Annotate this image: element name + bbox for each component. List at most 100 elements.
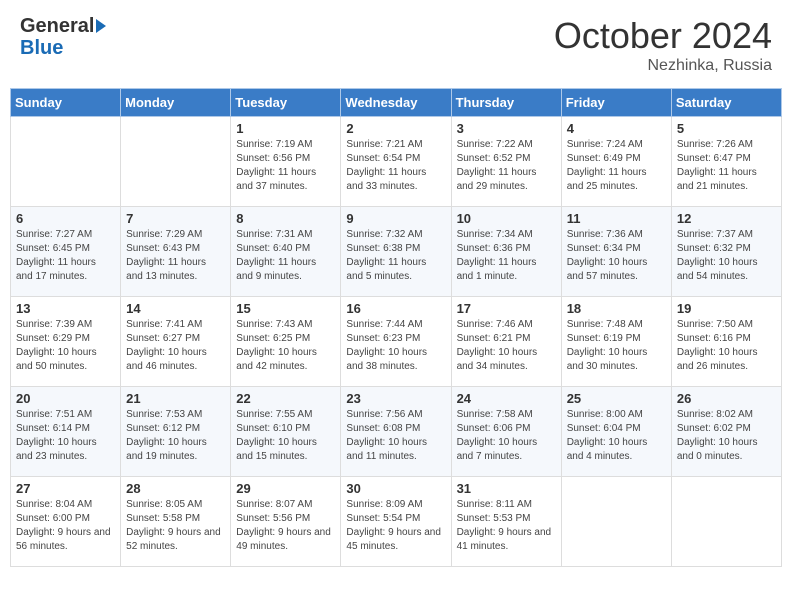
weekday-header: Sunday [11, 89, 121, 117]
logo-blue-text: Blue [20, 37, 63, 59]
day-number: 31 [457, 481, 556, 496]
weekday-header: Saturday [671, 89, 781, 117]
day-number: 7 [126, 211, 225, 226]
day-number: 18 [567, 301, 666, 316]
calendar-cell: 13 Sunrise: 7:39 AM Sunset: 6:29 PM Dayli… [11, 297, 121, 387]
calendar-cell: 9 Sunrise: 7:32 AM Sunset: 6:38 PM Daylig… [341, 207, 451, 297]
calendar-cell: 31Sunrise: 8:11 AM Sunset: 5:53 PM Dayli… [451, 477, 561, 567]
day-info: Sunrise: 8:02 AM Sunset: 6:02 PM Dayligh… [677, 408, 776, 464]
day-number: 22 [236, 391, 335, 406]
calendar-cell: 30 Sunrise: 8:09 AM Sunset: 5:54 PM Dayli… [341, 477, 451, 567]
calendar-cell: 5Sunrise: 7:26 AM Sunset: 6:47 PM Daylig… [671, 117, 781, 207]
calendar-cell: 19Sunrise: 7:50 AM Sunset: 6:16 PM Dayli… [671, 297, 781, 387]
day-number: 29 [236, 481, 335, 496]
day-number: 21 [126, 391, 225, 406]
day-number: 3 [457, 121, 556, 136]
calendar-cell: 15Sunrise: 7:43 AM Sunset: 6:25 PM Dayli… [231, 297, 341, 387]
day-number: 25 [567, 391, 666, 406]
month-year-heading: October 2024 [554, 15, 772, 57]
day-info: Sunrise: 7:29 AM Sunset: 6:43 PM Dayligh… [126, 228, 225, 284]
day-number: 10 [457, 211, 556, 226]
calendar-cell: 4Sunrise: 7:24 AM Sunset: 6:49 PM Daylig… [561, 117, 671, 207]
day-info: Sunrise: 7:51 AM Sunset: 6:14 PM Dayligh… [16, 408, 115, 464]
day-info: Sunrise: 7:21 AM Sunset: 6:54 PM Dayligh… [346, 138, 445, 194]
day-info: Sunrise: 7:50 AM Sunset: 6:16 PM Dayligh… [677, 318, 776, 374]
day-info: Sunrise: 8:05 AM Sunset: 5:58 PM Dayligh… [126, 498, 225, 554]
day-number: 23 [346, 391, 445, 406]
calendar-cell: 26 Sunrise: 8:02 AM Sunset: 6:02 PM Dayli… [671, 387, 781, 477]
calendar-cell: 6 Sunrise: 7:27 AM Sunset: 6:45 PM Daylig… [11, 207, 121, 297]
page-header: General Blue October 2024 Nezhinka, Russ… [10, 10, 782, 80]
day-number: 11 [567, 211, 666, 226]
calendar-cell [671, 477, 781, 567]
calendar-cell: 8 Sunrise: 7:31 AM Sunset: 6:40 PM Daylig… [231, 207, 341, 297]
logo-arrow-icon [96, 19, 106, 33]
day-info: Sunrise: 7:32 AM Sunset: 6:38 PM Dayligh… [346, 228, 445, 284]
day-number: 2 [346, 121, 445, 136]
day-number: 16 [346, 301, 445, 316]
day-number: 6 [16, 211, 115, 226]
calendar-week-row: 27 Sunrise: 8:04 AM Sunset: 6:00 PM Dayli… [11, 477, 782, 567]
day-info: Sunrise: 7:56 AM Sunset: 6:08 PM Dayligh… [346, 408, 445, 464]
month-title: October 2024 Nezhinka, Russia [554, 15, 772, 75]
calendar-cell [561, 477, 671, 567]
day-info: Sunrise: 7:55 AM Sunset: 6:10 PM Dayligh… [236, 408, 335, 464]
calendar-cell: 7 Sunrise: 7:29 AM Sunset: 6:43 PM Daylig… [121, 207, 231, 297]
day-info: Sunrise: 7:22 AM Sunset: 6:52 PM Dayligh… [457, 138, 556, 194]
day-number: 8 [236, 211, 335, 226]
day-info: Sunrise: 8:07 AM Sunset: 5:56 PM Dayligh… [236, 498, 335, 554]
logo: General Blue [20, 15, 106, 59]
location-heading: Nezhinka, Russia [554, 57, 772, 75]
day-number: 27 [16, 481, 115, 496]
calendar-cell: 16 Sunrise: 7:44 AM Sunset: 6:23 PM Dayli… [341, 297, 451, 387]
day-info: Sunrise: 8:00 AM Sunset: 6:04 PM Dayligh… [567, 408, 666, 464]
calendar-cell: 27 Sunrise: 8:04 AM Sunset: 6:00 PM Dayli… [11, 477, 121, 567]
day-number: 4 [567, 121, 666, 136]
day-number: 20 [16, 391, 115, 406]
weekday-header: Thursday [451, 89, 561, 117]
calendar-cell: 11Sunrise: 7:36 AM Sunset: 6:34 PM Dayli… [561, 207, 671, 297]
day-info: Sunrise: 7:31 AM Sunset: 6:40 PM Dayligh… [236, 228, 335, 284]
calendar-cell: 17Sunrise: 7:46 AM Sunset: 6:21 PM Dayli… [451, 297, 561, 387]
calendar-header-row: SundayMondayTuesdayWednesdayThursdayFrid… [11, 89, 782, 117]
day-info: Sunrise: 7:53 AM Sunset: 6:12 PM Dayligh… [126, 408, 225, 464]
weekday-header: Wednesday [341, 89, 451, 117]
day-number: 24 [457, 391, 556, 406]
calendar-cell: 29 Sunrise: 8:07 AM Sunset: 5:56 PM Dayli… [231, 477, 341, 567]
calendar-cell: 25 Sunrise: 8:00 AM Sunset: 6:04 PM Dayli… [561, 387, 671, 477]
calendar-cell: 18 Sunrise: 7:48 AM Sunset: 6:19 PM Dayli… [561, 297, 671, 387]
calendar-cell [11, 117, 121, 207]
day-number: 9 [346, 211, 445, 226]
calendar-cell: 3 Sunrise: 7:22 AM Sunset: 6:52 PM Daylig… [451, 117, 561, 207]
day-number: 26 [677, 391, 776, 406]
calendar-cell: 20 Sunrise: 7:51 AM Sunset: 6:14 PM Dayli… [11, 387, 121, 477]
calendar-cell: 22 Sunrise: 7:55 AM Sunset: 6:10 PM Dayli… [231, 387, 341, 477]
day-info: Sunrise: 8:09 AM Sunset: 5:54 PM Dayligh… [346, 498, 445, 554]
day-info: Sunrise: 7:48 AM Sunset: 6:19 PM Dayligh… [567, 318, 666, 374]
calendar-cell: 14Sunrise: 7:41 AM Sunset: 6:27 PM Dayli… [121, 297, 231, 387]
day-number: 14 [126, 301, 225, 316]
day-info: Sunrise: 7:58 AM Sunset: 6:06 PM Dayligh… [457, 408, 556, 464]
logo-general-text: General [20, 15, 94, 37]
day-info: Sunrise: 7:34 AM Sunset: 6:36 PM Dayligh… [457, 228, 556, 284]
day-info: Sunrise: 8:04 AM Sunset: 6:00 PM Dayligh… [16, 498, 115, 554]
day-number: 13 [16, 301, 115, 316]
calendar-cell: 23 Sunrise: 7:56 AM Sunset: 6:08 PM Dayli… [341, 387, 451, 477]
day-number: 30 [346, 481, 445, 496]
day-number: 1 [236, 121, 335, 136]
day-info: Sunrise: 7:37 AM Sunset: 6:32 PM Dayligh… [677, 228, 776, 284]
day-info: Sunrise: 7:46 AM Sunset: 6:21 PM Dayligh… [457, 318, 556, 374]
day-info: Sunrise: 7:44 AM Sunset: 6:23 PM Dayligh… [346, 318, 445, 374]
day-number: 12 [677, 211, 776, 226]
weekday-header: Monday [121, 89, 231, 117]
weekday-header: Tuesday [231, 89, 341, 117]
calendar-cell: 28 Sunrise: 8:05 AM Sunset: 5:58 PM Dayli… [121, 477, 231, 567]
day-number: 28 [126, 481, 225, 496]
day-info: Sunrise: 7:27 AM Sunset: 6:45 PM Dayligh… [16, 228, 115, 284]
calendar-week-row: 13 Sunrise: 7:39 AM Sunset: 6:29 PM Dayli… [11, 297, 782, 387]
day-info: Sunrise: 7:39 AM Sunset: 6:29 PM Dayligh… [16, 318, 115, 374]
day-info: Sunrise: 7:19 AM Sunset: 6:56 PM Dayligh… [236, 138, 335, 194]
calendar-cell: 1 Sunrise: 7:19 AM Sunset: 6:56 PM Daylig… [231, 117, 341, 207]
calendar-week-row: 6 Sunrise: 7:27 AM Sunset: 6:45 PM Daylig… [11, 207, 782, 297]
weekday-header: Friday [561, 89, 671, 117]
